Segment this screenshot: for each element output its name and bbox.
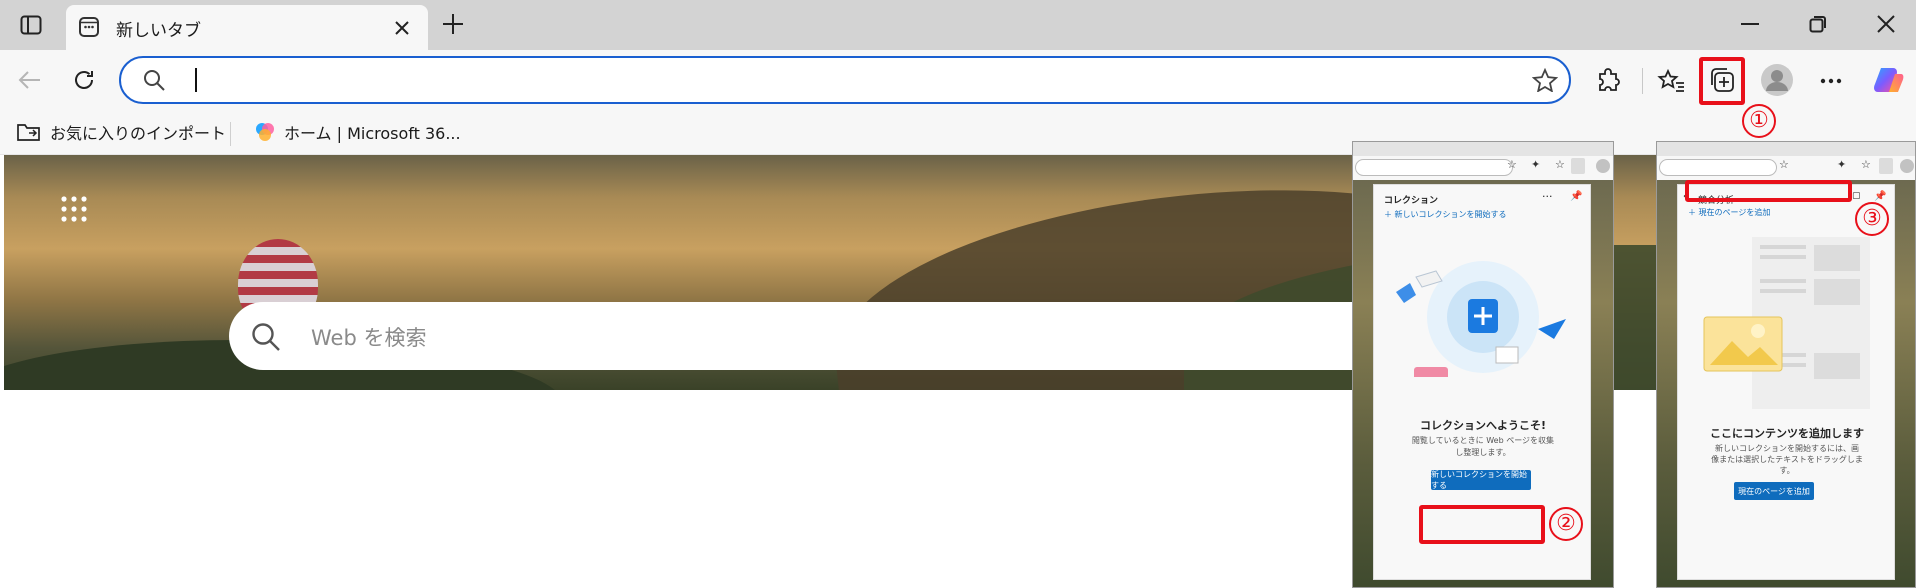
search-icon [251,322,281,356]
refresh-button[interactable] [66,62,102,98]
close-icon [1877,15,1895,33]
new-tab-page: Web を検索 [4,155,1912,390]
sidebar-layout-icon [20,15,42,35]
star-icon [1531,67,1559,93]
favorites-bar: お気に入りのインポート ホーム | Microsoft 36... [0,112,1916,155]
browser-window: 新しいタブ お気に入りのインポート ホーム | Microsoft 36... … [0,0,1916,390]
favorites-star-list-icon: ☆ [1555,158,1565,171]
plus-icon [443,14,463,34]
pin-icon[interactable]: 📌 [1874,191,1886,202]
text-caret [195,68,197,92]
mini-titlebar [1657,142,1915,156]
avatar-icon [1900,159,1914,173]
collections-pane-title: コレクション [1384,196,1439,206]
empty-collection-desc-line3: す。 [1779,466,1795,475]
star-icon: ☆ [1779,158,1789,171]
puzzle-icon: ✦ [1837,158,1847,171]
collections-welcome-desc-line1: 閲覧しているときに Web ページを収集 [1411,436,1555,445]
settings-and-more-button[interactable] [1812,62,1850,100]
collections-icon [1571,158,1585,174]
empty-collection-desc-line1: 新しいコレクションを開始するには、画 [1715,444,1859,453]
more-dots-icon [1820,78,1842,84]
close-window-button[interactable] [1866,8,1906,40]
pin-icon[interactable]: 📌 [1570,191,1582,202]
new-tab-favicon [78,16,100,42]
avatar-icon [1761,64,1793,96]
callout-highlight-name-input [1685,180,1852,202]
empty-collection-title: ここにコンテンツを追加します [1710,427,1864,440]
puzzle-icon: ✦ [1531,158,1541,171]
refresh-icon [75,71,93,89]
minimize-button[interactable] [1730,8,1770,40]
mini-titlebar [1353,142,1613,156]
empty-collection-desc-line2: 像または選択したテキストをドラッグしま [1711,455,1863,464]
favorites-button[interactable] [1652,62,1690,100]
mini-toolbar: ☆ ✦ ☆ [1657,156,1915,180]
extensions-button[interactable] [1590,62,1628,100]
microsoft365-icon [256,123,274,141]
folder-import-icon [17,124,40,141]
more-dots-icon[interactable]: ··· [1542,190,1553,203]
arrow-left-icon [18,71,40,89]
restore-button[interactable] [1798,8,1838,40]
tab-strip: 新しいタブ [0,0,1916,50]
star-icon: ☆ [1507,158,1517,171]
mini-toolbar: ☆ ✦ ☆ [1353,156,1613,180]
search-icon [143,69,165,95]
address-bar[interactable] [119,56,1571,104]
add-current-page-link-label: 現在のページを追加 [1698,208,1771,217]
minimize-icon [1741,23,1759,25]
add-current-page-link[interactable]: ＋ 現在のページを追加 [1688,207,1770,218]
close-tab-button[interactable] [388,15,416,41]
tab-title: 新しいタブ [116,21,201,41]
web-search-placeholder: Web を検索 [311,326,427,350]
back-button[interactable] [12,62,48,98]
collections-welcome-title: コレクションへようこそ! [1419,419,1547,432]
tab-actions-menu-button[interactable] [14,10,48,40]
collections-icon [1879,158,1893,174]
callout-highlight-start-button [1419,505,1545,544]
start-new-collection-button[interactable]: 新しいコレクションを開始する [1431,470,1531,490]
favorite-star-button[interactable] [1531,67,1559,96]
profile-button[interactable] [1758,61,1796,99]
favorites-divider [230,122,231,146]
tab-new-tab[interactable]: 新しいタブ [66,5,428,50]
restore-icon [1809,16,1826,33]
add-current-page-button[interactable]: 現在のページを追加 [1734,482,1814,500]
new-tab-button[interactable] [436,8,470,40]
copilot-icon [1874,68,1904,92]
empty-collection-illustration [1703,237,1870,409]
start-collection-link[interactable]: ＋ 新しいコレクションを開始する [1384,209,1507,220]
favorite-microsoft365-label: ホーム | Microsoft 36... [284,124,461,143]
callout-number-1: ① [1742,104,1776,138]
copilot-button[interactable] [1868,60,1908,100]
favorites-star-list-icon: ☆ [1861,158,1871,171]
favorites-import-label: お気に入りのインポート [50,124,227,143]
favorites-import-link[interactable]: お気に入りのインポート [16,120,226,144]
puzzle-icon [1599,68,1620,91]
collections-welcome-illustration [1396,261,1566,377]
favorites-star-list-icon [1657,68,1684,92]
avatar-icon [1596,159,1610,173]
callout-number-2: ② [1549,507,1583,541]
toolbar-divider [1642,68,1643,94]
app-launcher-button[interactable] [54,189,94,229]
note-icon[interactable]: ▢ [1852,191,1861,201]
callout-number-3: ③ [1855,202,1889,236]
start-collection-link-label: 新しいコレクションを開始する [1394,210,1507,219]
new-collection-pane: ‹ 競合分析 ▢ 📌 ＋ 現在のページを追加 ここにコンテンツを追加します 新し… [1677,184,1895,580]
waffle-icon [61,196,87,222]
callout-highlight-collections [1699,57,1745,105]
navigation-toolbar [0,50,1916,112]
web-search-box[interactable]: Web を検索 [229,302,1389,370]
collections-welcome-desc-line2: し整理します。 [1455,448,1511,457]
favorite-microsoft365-link[interactable]: ホーム | Microsoft 36... [254,120,461,144]
close-icon [395,21,409,35]
